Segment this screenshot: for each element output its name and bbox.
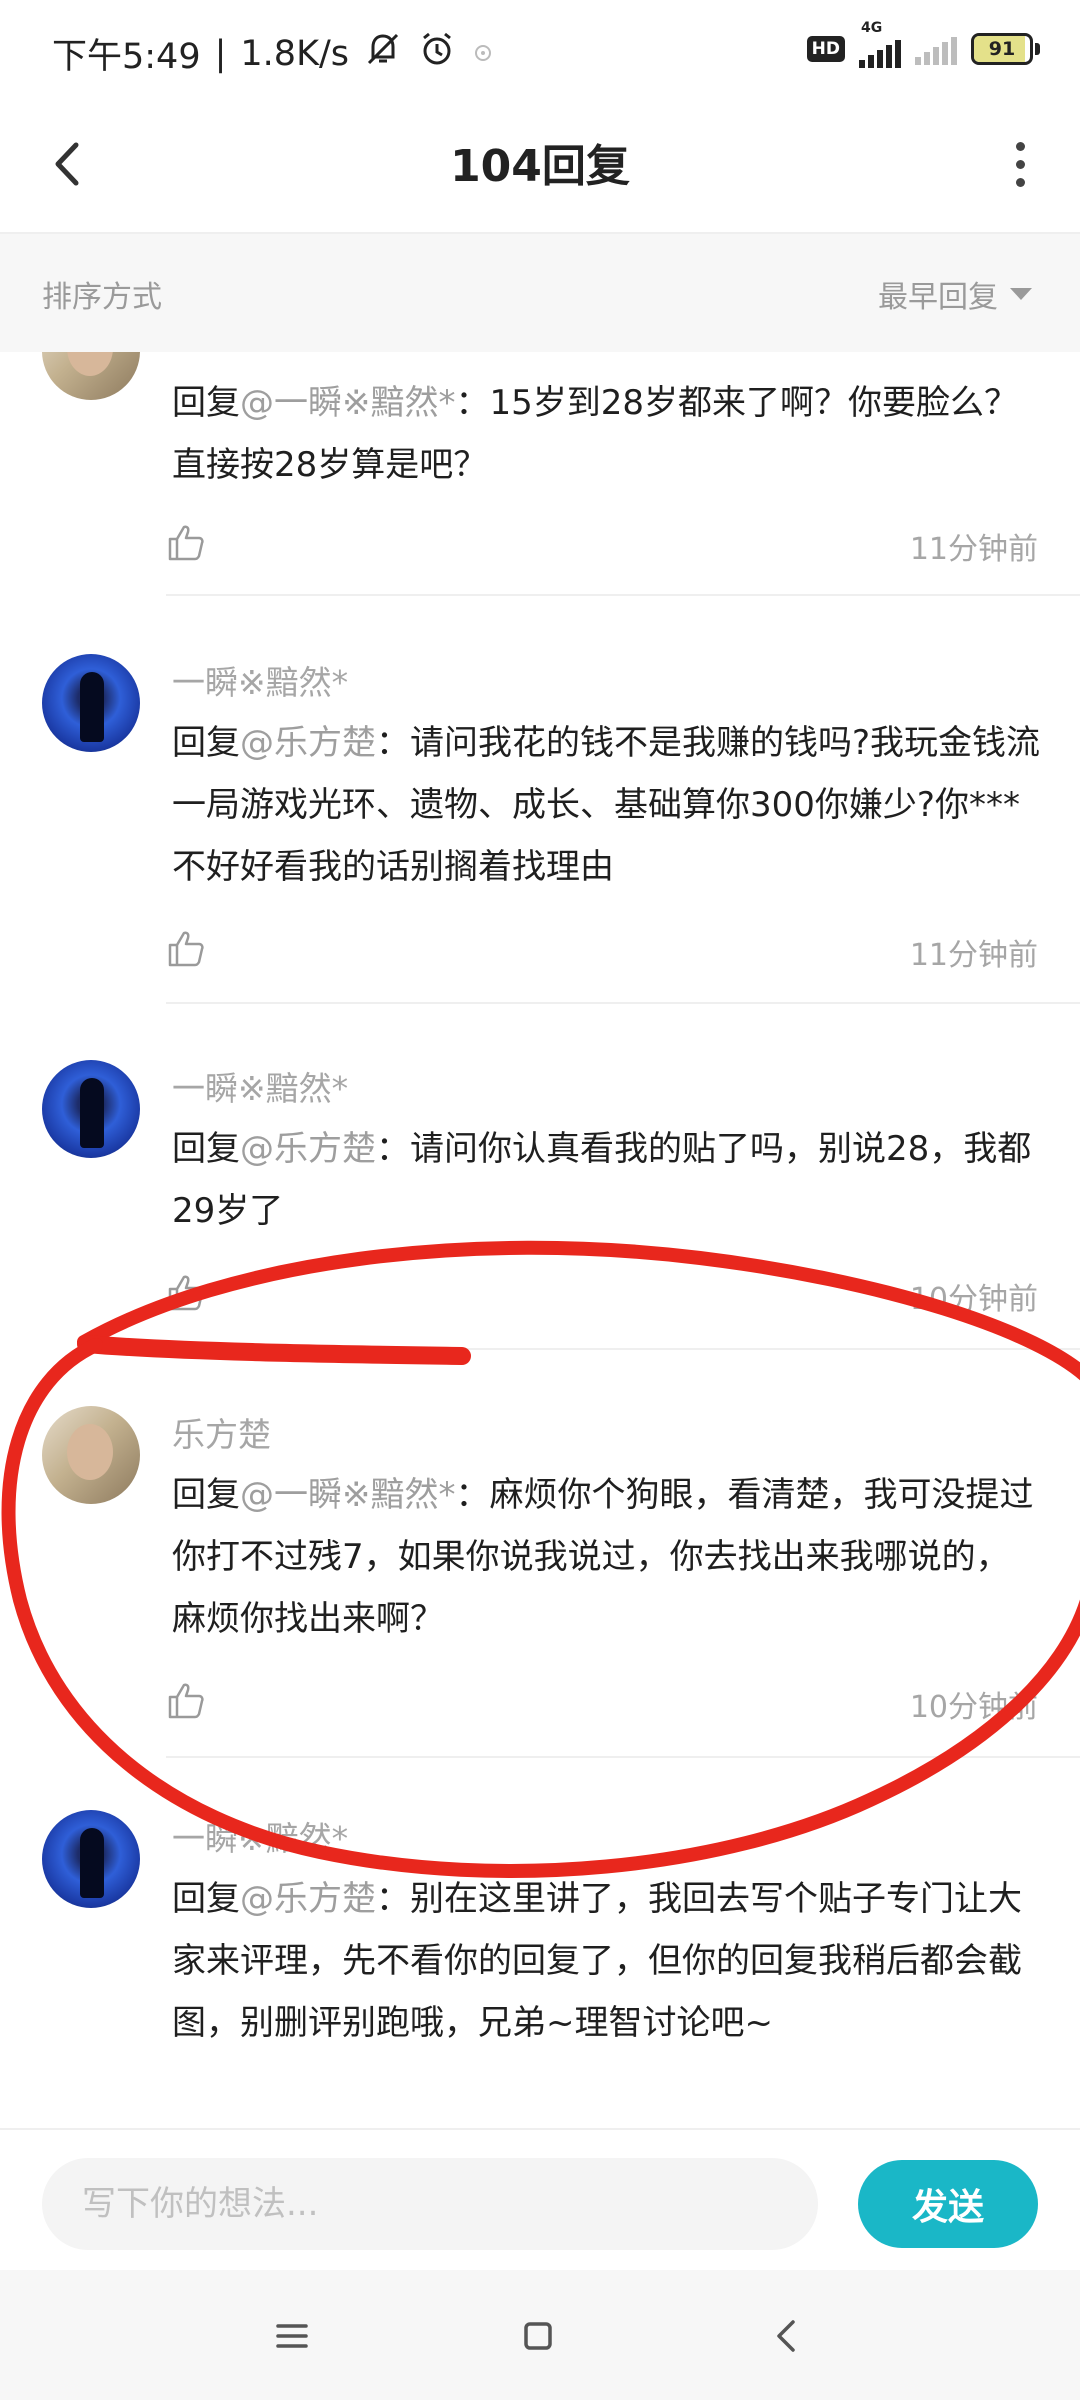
status-time: 下午5:49: [52, 37, 201, 77]
reply-mention[interactable]: @乐方楚: [240, 723, 376, 763]
system-nav-bar: [0, 2270, 1080, 2400]
comment-text: 回复@乐方楚：请问我花的钱不是我赚的钱吗?我玩金钱流一局游戏光环、遗物、成长、基…: [172, 723, 1041, 887]
comment-time: 11分钟前: [909, 532, 1038, 567]
avatar[interactable]: [42, 1810, 140, 1908]
avatar[interactable]: [42, 654, 140, 752]
status-bar: 下午5:49 | 1.8K/s HD 4G 91: [0, 0, 1080, 100]
comment-author[interactable]: 一瞬※黯然*: [172, 656, 348, 704]
header: 104回复: [0, 100, 1080, 234]
menu-icon: [276, 2324, 308, 2348]
avatar[interactable]: [42, 352, 140, 400]
thumbs-up-icon[interactable]: [166, 1272, 206, 1312]
sort-bar: 排序方式 最早回复: [0, 234, 1080, 352]
system-back-button[interactable]: [756, 2306, 816, 2366]
network-speed: 1.8K/s: [240, 33, 350, 74]
comment-list[interactable]: 回复@一瞬※黯然*：15岁到28岁都来了啊？你要脸么？直接按28岁算是吧？ 11…: [0, 352, 1080, 2128]
cell-signal-icon: 4G: [859, 20, 901, 68]
sort-dropdown[interactable]: 最早回复: [878, 272, 1032, 316]
divider: [166, 1348, 1080, 1350]
network-type: 4G: [861, 20, 883, 36]
thumbs-up-icon[interactable]: [166, 928, 206, 968]
divider: [166, 1002, 1080, 1004]
comment-text: 回复@乐方楚：请问你认真看我的贴了吗，别说28，我都29岁了: [172, 1129, 1032, 1231]
status-separator: |: [214, 33, 227, 74]
avatar[interactable]: [42, 1060, 140, 1158]
back-arrow-icon: [777, 2320, 795, 2352]
home-button[interactable]: [508, 2306, 568, 2366]
reply-mention[interactable]: @乐方楚: [240, 1129, 376, 1169]
status-left: 下午5:49 | 1.8K/s: [52, 28, 495, 79]
thumbs-up-icon[interactable]: [166, 522, 206, 562]
reply-mention[interactable]: @一瞬※黯然*: [240, 383, 456, 423]
comment-text: 回复@一瞬※黯然*：15岁到28岁都来了啊？你要脸么？直接按28岁算是吧？: [172, 383, 1019, 485]
send-button[interactable]: 发送: [858, 2160, 1038, 2248]
comment-time: 10分钟前: [909, 1282, 1038, 1317]
divider: [166, 1756, 1080, 1758]
hd-badge: HD: [806, 36, 845, 62]
mute-bell-icon: [363, 29, 403, 78]
sync-icon: [471, 34, 495, 74]
page-title: 104回复: [450, 141, 630, 192]
reply-mention[interactable]: @乐方楚: [240, 1879, 376, 1919]
caret-down-icon: [1010, 288, 1032, 300]
battery-icon: 91: [971, 33, 1033, 65]
reply-mention[interactable]: @一瞬※黯然*: [240, 1475, 456, 1515]
battery-cap: [1035, 43, 1040, 55]
alarm-icon: [417, 29, 457, 78]
sort-selected: 最早回复: [878, 280, 998, 315]
comment-time: 10分钟前: [909, 1690, 1038, 1725]
comment-input[interactable]: [42, 2158, 818, 2250]
sort-label: 排序方式: [42, 280, 162, 315]
comment-time: 11分钟前: [909, 938, 1038, 973]
comment-author[interactable]: 乐方楚: [172, 1408, 271, 1456]
avatar[interactable]: [42, 1406, 140, 1504]
thumbs-up-icon[interactable]: [166, 1680, 206, 1720]
more-vertical-icon: [1015, 141, 1025, 151]
home-square-icon: [524, 2322, 552, 2350]
comment-input-bar: 发送: [0, 2128, 1080, 2270]
comment-text: 回复@一瞬※黯然*：麻烦你个狗眼，看清楚，我可没提过你打不过残7，如果你说我说过…: [172, 1475, 1034, 1639]
comment-author[interactable]: 一瞬※黯然*: [172, 1062, 348, 1110]
menu-button[interactable]: [262, 2306, 322, 2366]
status-right: HD 4G 91: [806, 20, 1040, 68]
battery-level: 91: [988, 38, 1016, 60]
more-options-button[interactable]: [990, 132, 1050, 196]
comment-text: 回复@乐方楚：别在这里讲了，我回去写个贴子专门让大家来评理，先不看你的回复了，但…: [172, 1879, 1022, 2043]
comment-author[interactable]: 一瞬※黯然*: [172, 1812, 348, 1860]
cell-signal-2-icon: [915, 33, 957, 65]
divider: [166, 594, 1080, 596]
